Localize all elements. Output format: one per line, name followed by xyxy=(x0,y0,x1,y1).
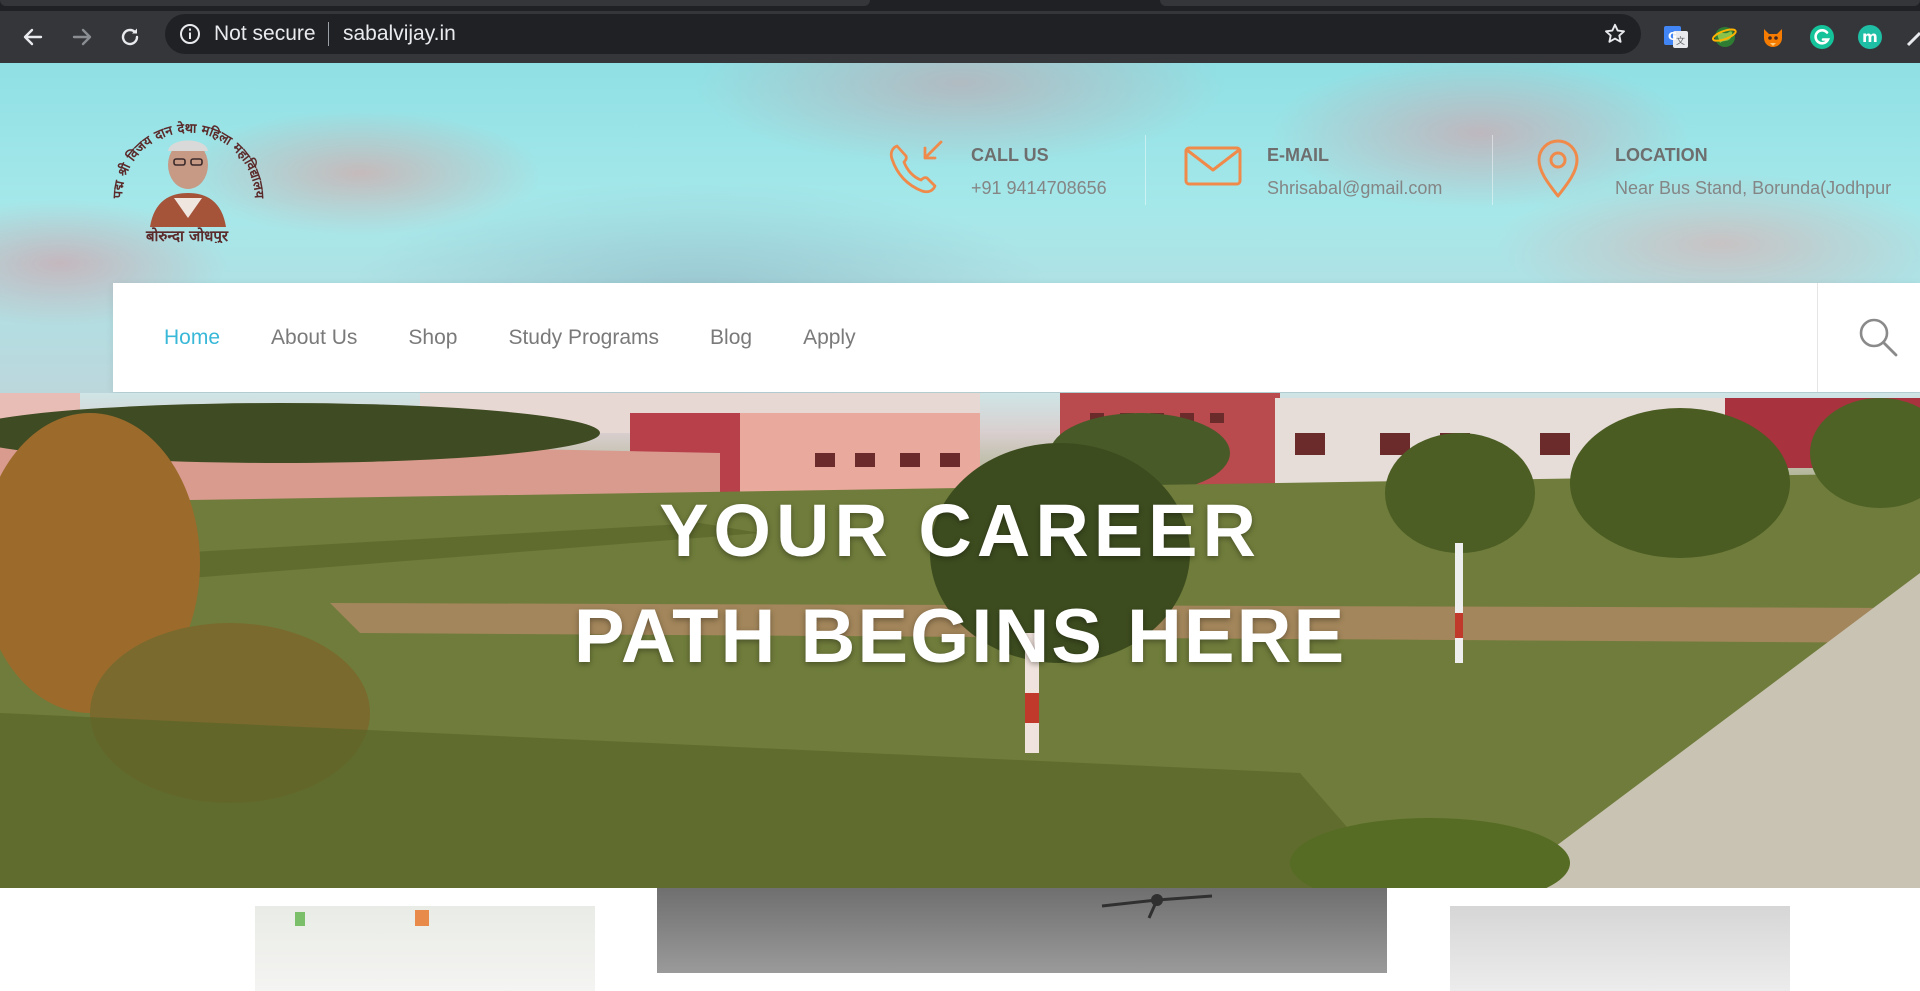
contact-call-title: CALL US xyxy=(971,145,1049,165)
edit-pencil-icon[interactable] xyxy=(1904,23,1920,51)
location-pin-icon xyxy=(1535,138,1581,205)
forward-button[interactable] xyxy=(62,11,102,63)
globe-extension-icon[interactable] xyxy=(1711,23,1739,51)
main-navigation: Home About Us Shop Study Programs Blog A… xyxy=(113,283,1920,392)
bookmark-star-icon[interactable] xyxy=(1603,22,1627,51)
google-translate-icon[interactable]: G文 xyxy=(1662,23,1690,51)
website-viewport: पद्म श्री विजय दान देथा महिला महाविद्याल… xyxy=(0,63,1920,991)
contact-location-title: LOCATION xyxy=(1615,145,1708,165)
phone-icon xyxy=(885,138,945,203)
browser-tab-strip xyxy=(0,0,1920,11)
nav-divider xyxy=(1817,283,1818,392)
site-info-icon[interactable] xyxy=(179,23,201,50)
search-button[interactable] xyxy=(1856,315,1900,364)
m-extension-icon[interactable]: m xyxy=(1856,23,1884,51)
reload-button[interactable] xyxy=(110,11,150,63)
svg-text:m: m xyxy=(1862,28,1878,46)
nav-item-about-us[interactable]: About Us xyxy=(271,326,357,350)
reload-icon xyxy=(121,28,139,46)
contact-location-value: Near Bus Stand, Borunda(Jodhpur xyxy=(1615,178,1892,198)
address-bar[interactable]: Not secure sabalvijay.in xyxy=(165,14,1641,54)
back-arrow-icon xyxy=(23,28,43,46)
nav-item-blog[interactable]: Blog xyxy=(710,326,752,350)
browser-tab[interactable] xyxy=(0,0,870,6)
grammarly-icon[interactable] xyxy=(1808,23,1836,51)
nav-item-study-programs[interactable]: Study Programs xyxy=(508,326,659,350)
college-logo-emblem: पद्म श्री विजय दान देथा महिला महाविद्याल… xyxy=(111,120,266,246)
contact-email-value[interactable]: Shrisabal@gmail.com xyxy=(1267,178,1442,199)
search-icon xyxy=(1859,318,1898,357)
contact-call-value[interactable]: +91 9414708656 xyxy=(971,178,1107,199)
nav-item-home[interactable]: Home xyxy=(164,326,220,350)
nav-item-apply[interactable]: Apply xyxy=(803,326,856,350)
mail-icon xyxy=(1183,144,1243,195)
nav-item-shop[interactable]: Shop xyxy=(408,326,457,350)
svg-text:文: 文 xyxy=(1676,35,1685,47)
browser-toolbar: Not secure sabalvijay.in G文 m xyxy=(0,11,1920,63)
featured-card[interactable] xyxy=(657,888,1387,973)
fox-extension-icon[interactable] xyxy=(1759,23,1787,51)
contact-divider xyxy=(1492,135,1493,205)
browser-tab[interactable] xyxy=(1160,0,1920,6)
featured-card[interactable] xyxy=(255,906,595,991)
featured-card-image xyxy=(295,910,429,926)
contact-divider xyxy=(1145,135,1146,205)
contact-email-title: E-MAIL xyxy=(1267,145,1329,165)
nav-menu: Home About Us Shop Study Programs Blog A… xyxy=(164,283,907,392)
hero-title-line-1: YOUR CAREER xyxy=(659,489,1261,572)
security-label: Not secure xyxy=(214,22,316,45)
hero-banner: YOUR CAREER PATH BEGINS HERE xyxy=(0,393,1920,888)
back-button[interactable] xyxy=(13,11,53,63)
featured-cards-strip xyxy=(0,888,1920,991)
url-text[interactable]: sabalvijay.in xyxy=(343,23,456,45)
featured-card-image xyxy=(1101,894,1213,919)
address-divider xyxy=(328,22,329,46)
svg-text:बोरुन्दा जोधपुर: बोरुन्दा जोधपुर xyxy=(145,227,229,243)
featured-card[interactable] xyxy=(1450,906,1790,991)
college-logo[interactable]: पद्म श्री विजय दान देथा महिला महाविद्याल… xyxy=(110,103,266,246)
hero-title-line-2: PATH BEGINS HERE xyxy=(573,594,1347,679)
forward-arrow-icon xyxy=(72,28,92,46)
